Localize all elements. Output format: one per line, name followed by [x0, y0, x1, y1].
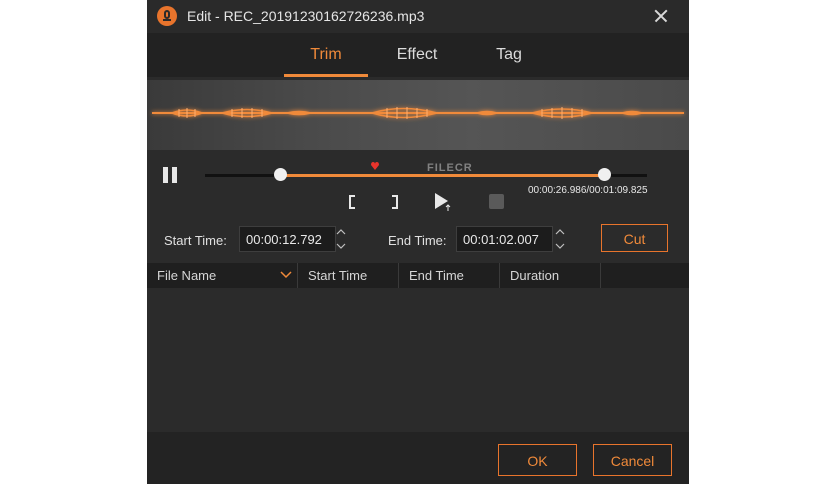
end-time-stepper-icon[interactable]	[553, 225, 567, 253]
edit-dialog: Edit - REC_20191230162726236.mp3 Trim Ef…	[147, 0, 689, 484]
active-tab-indicator	[284, 74, 368, 77]
window-title: Edit - REC_20191230162726236.mp3	[187, 8, 425, 24]
watermark: FILECR	[427, 162, 473, 174]
tab-bar: Trim Effect Tag	[147, 33, 689, 77]
start-handle[interactable]	[274, 168, 287, 181]
tab-effect[interactable]: Effect	[375, 46, 459, 64]
cancel-button[interactable]: Cancel	[593, 444, 672, 476]
tab-trim[interactable]: Trim	[284, 46, 368, 64]
chevron-down-icon[interactable]	[280, 271, 292, 279]
start-time-label: Start Time:	[164, 233, 227, 248]
time-readout: 00:00:26.986/00:01:09.825	[528, 185, 648, 196]
play-selection-icon[interactable]	[433, 192, 455, 212]
end-handle[interactable]	[598, 168, 611, 181]
cut-button[interactable]: Cut	[601, 224, 668, 252]
title-bar: Edit - REC_20191230162726236.mp3	[147, 0, 689, 33]
set-end-bracket-icon[interactable]	[389, 194, 401, 210]
tab-tag[interactable]: Tag	[467, 46, 551, 64]
start-time-input[interactable]: 00:00:12.792	[239, 226, 336, 252]
waveform-display[interactable]	[147, 80, 689, 150]
end-time-label: End Time:	[388, 233, 447, 248]
ok-button[interactable]: OK	[498, 444, 577, 476]
set-start-bracket-icon[interactable]	[346, 194, 358, 210]
close-icon[interactable]	[649, 4, 673, 28]
start-time-stepper-icon[interactable]	[334, 225, 348, 253]
column-file-name-label: File Name	[157, 268, 217, 283]
column-start-time[interactable]: Start Time	[298, 263, 399, 288]
end-time-input[interactable]: 00:01:02.007	[456, 226, 553, 252]
stop-icon[interactable]	[489, 194, 504, 209]
column-end-time[interactable]: End Time	[399, 263, 500, 288]
segment-table-header: File Name Start Time End Time Duration	[147, 263, 689, 288]
dialog-footer: OK Cancel	[147, 432, 689, 484]
segment-table-body	[147, 288, 689, 432]
pause-icon[interactable]	[161, 167, 181, 183]
timeline-selection	[280, 174, 605, 177]
column-duration[interactable]: Duration	[500, 263, 601, 288]
playhead-marker-icon[interactable]	[371, 162, 379, 170]
column-file-name[interactable]: File Name	[147, 263, 298, 288]
app-logo-icon	[157, 6, 177, 26]
waveform-graphic	[152, 107, 684, 119]
